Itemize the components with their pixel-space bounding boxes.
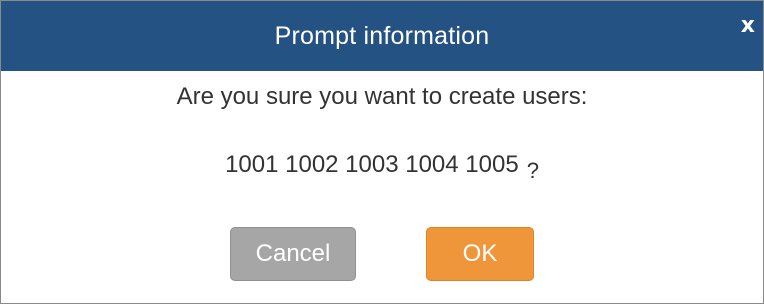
ok-button[interactable]: OK — [426, 227, 534, 281]
dialog-titlebar: Prompt information x — [1, 1, 763, 71]
dialog-buttons: Cancel OK — [1, 227, 763, 281]
prompt-dialog: Prompt information x Are you sure you wa… — [0, 0, 764, 304]
user-ids: 1001 1002 1003 1004 1005 — [225, 151, 519, 178]
question-mark: ? — [526, 158, 539, 183]
cancel-button[interactable]: Cancel — [230, 227, 356, 281]
confirm-message: Are you sure you want to create users: — [176, 83, 588, 110]
user-list-message: 1001 1002 1003 1004 1005? — [1, 151, 763, 184]
close-icon[interactable]: x — [741, 13, 755, 39]
dialog-title: Prompt information — [274, 21, 490, 50]
